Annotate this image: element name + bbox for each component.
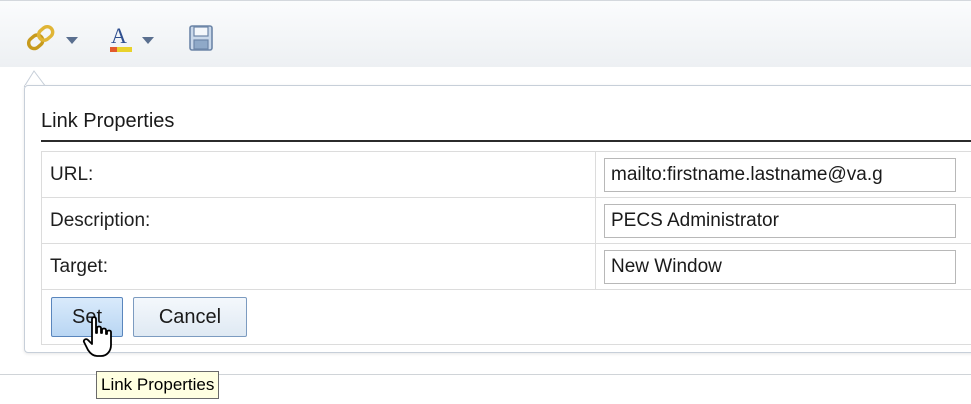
link-dropdown-chevron-icon[interactable] <box>66 36 78 44</box>
editor-toolbar: A <box>0 0 971 67</box>
font-color-dropdown-chevron-icon[interactable] <box>142 36 154 44</box>
target-label: Target: <box>41 243 596 290</box>
target-row: Target: New Window <box>41 243 971 290</box>
description-label: Description: <box>41 197 596 244</box>
font-color-icon: A <box>110 23 132 52</box>
button-row: Set Cancel <box>41 289 971 345</box>
cancel-button[interactable]: Cancel <box>133 297 247 337</box>
title-divider <box>41 140 971 142</box>
insert-link-button[interactable] <box>24 21 96 55</box>
description-input[interactable]: PECS Administrator <box>604 203 956 238</box>
tooltip: Link Properties <box>96 371 220 399</box>
panel-title: Link Properties <box>41 110 175 132</box>
target-select[interactable]: New Window <box>604 249 956 284</box>
svg-text:A: A <box>111 23 127 48</box>
url-label: URL: <box>41 151 596 198</box>
link-properties-table: URL: mailto:firstname.lastname@va.g Desc… <box>41 151 971 290</box>
url-input[interactable]: mailto:firstname.lastname@va.g <box>604 157 956 192</box>
font-color-button[interactable]: A <box>108 21 172 55</box>
link-properties-panel: Link Properties URL: mailto:firstname.la… <box>24 85 971 353</box>
save-button[interactable] <box>188 21 218 55</box>
description-row: Description: PECS Administrator <box>41 197 971 244</box>
hand-pointer-cursor-icon <box>82 316 112 357</box>
save-icon <box>189 25 213 51</box>
link-icon <box>26 24 55 51</box>
url-row: URL: mailto:firstname.lastname@va.g <box>41 151 971 198</box>
